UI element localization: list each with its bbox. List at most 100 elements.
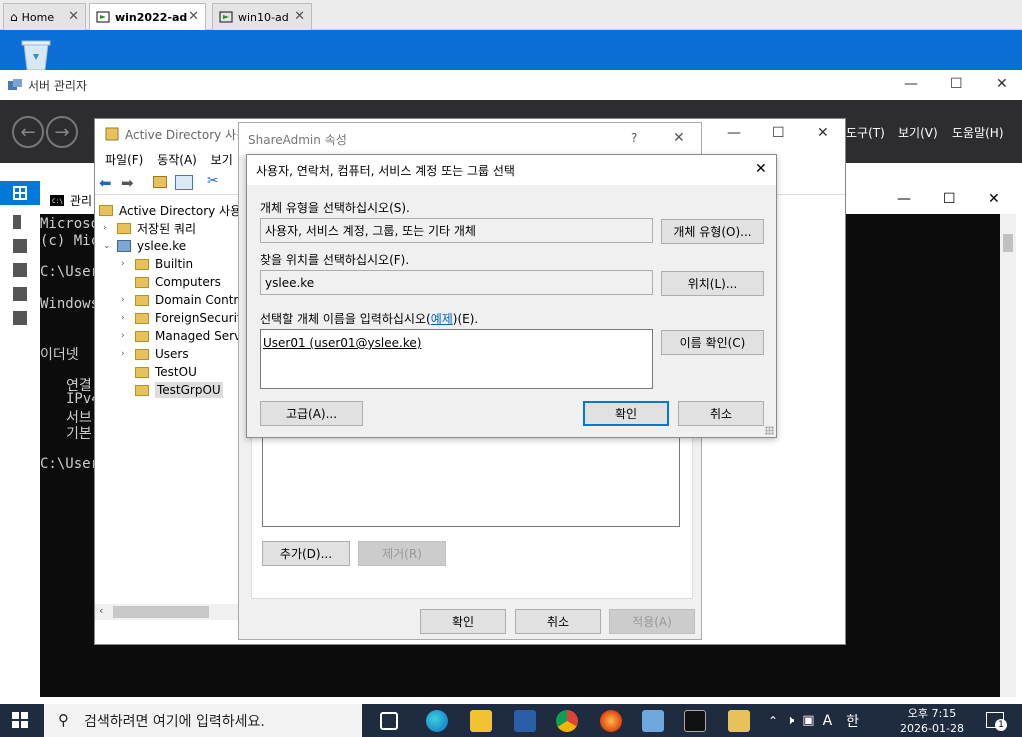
file-services-icon[interactable] [13, 311, 27, 325]
console-scrollbar[interactable] [1000, 214, 1016, 697]
scroll-thumb[interactable] [113, 606, 209, 618]
tree-item-computers[interactable]: Computers [121, 273, 221, 291]
tree-item-domain-controllers[interactable]: › Domain Contro [121, 291, 245, 309]
powershell-icon[interactable] [514, 710, 536, 732]
ok-button[interactable]: 확인 [420, 609, 506, 634]
console-line: (c) Mic [40, 233, 100, 249]
minimize-icon[interactable]: — [727, 125, 741, 141]
help-icon[interactable]: ? [631, 131, 637, 145]
menu-file[interactable]: 파일(F) [105, 153, 143, 167]
close-icon[interactable]: ✕ [817, 125, 829, 141]
members-list[interactable] [262, 433, 680, 527]
tree-item-label: Active Directory 사용자 [119, 203, 253, 218]
chevron-up-icon[interactable]: ⌃ [768, 714, 778, 728]
dns-icon[interactable] [13, 287, 27, 301]
apply-button[interactable]: 적용(A) [609, 609, 695, 634]
all-servers-icon[interactable] [13, 239, 27, 253]
host-tab-home[interactable]: ⌂ Home ✕ [3, 3, 86, 30]
host-tab-win2022-ad[interactable]: win2022-ad ✕ [89, 3, 206, 30]
tree-item-managed-service[interactable]: › Managed Servi [121, 327, 244, 345]
ou-folder-icon [135, 384, 149, 396]
tree-item-foreign-security[interactable]: › ForeignSecurity [121, 309, 249, 327]
server-manager-icon[interactable] [642, 710, 664, 732]
expand-arrow-icon[interactable]: › [103, 223, 117, 233]
forward-icon[interactable]: ➡ [121, 174, 134, 192]
maximize-icon[interactable]: ☐ [950, 76, 963, 92]
minimize-icon[interactable]: — [897, 191, 911, 207]
notification-badge: 1 [995, 719, 1007, 731]
close-icon[interactable]: ✕ [294, 9, 305, 24]
speaker-muted-icon[interactable]: 🕨 [786, 713, 794, 728]
object-type-value: 사용자, 서비스 계정, 그룹, 또는 기타 개체 [265, 224, 476, 238]
close-icon[interactable]: ✕ [755, 161, 767, 177]
tree-item-domain[interactable]: ⌄ yslee.ke [103, 237, 186, 255]
resolved-name: User01 (user01@yslee.ke) [263, 336, 422, 350]
menu-view[interactable]: 보기(V) [898, 124, 938, 141]
expand-arrow-icon[interactable]: › [121, 349, 135, 359]
task-view-icon[interactable] [380, 712, 398, 730]
close-icon[interactable]: ✕ [673, 130, 685, 146]
tree-item-testou[interactable]: TestOU [121, 363, 197, 381]
tree-item-root[interactable]: Active Directory 사용자 [99, 201, 252, 219]
expand-arrow-icon[interactable]: › [121, 331, 135, 341]
close-icon[interactable]: ✕ [988, 191, 1000, 207]
recycle-bin-icon[interactable] [16, 38, 56, 72]
file-explorer-icon[interactable] [470, 710, 492, 732]
tree-item-builtin[interactable]: › Builtin [121, 255, 193, 273]
tree-item-saved-queries[interactable]: › 저장된 쿼리 [103, 219, 196, 237]
up-folder-icon[interactable] [153, 176, 167, 188]
close-icon[interactable]: ✕ [996, 76, 1008, 92]
chrome-icon[interactable] [556, 710, 578, 732]
check-names-button[interactable]: 이름 확인(C) [661, 330, 764, 355]
select-users-dialog: 사용자, 연락처, 컴퓨터, 서비스 계정 또는 그룹 선택 ✕ 개체 유형을 … [246, 154, 777, 438]
maximize-icon[interactable]: ☐ [943, 191, 956, 207]
examples-link[interactable]: 예제 [431, 312, 453, 326]
advanced-button[interactable]: 고급(A)... [260, 401, 363, 426]
cancel-button[interactable]: 취소 [515, 609, 601, 634]
scroll-thumb[interactable] [1003, 234, 1013, 252]
remove-button[interactable]: 제거(R) [358, 541, 446, 566]
close-icon[interactable]: ✕ [68, 9, 79, 24]
edge-icon[interactable] [426, 710, 448, 732]
menu-tools[interactable]: 도구(T) [846, 124, 885, 141]
back-button[interactable]: ← [12, 116, 44, 148]
local-server-icon[interactable] [13, 215, 21, 229]
show-tree-icon[interactable] [175, 175, 193, 190]
notification-icon[interactable]: 1 [986, 712, 1007, 731]
aduc-taskbar-icon[interactable] [728, 710, 750, 732]
back-icon[interactable]: ⬅ [99, 174, 112, 192]
ok-button[interactable]: 확인 [583, 401, 669, 426]
collapse-arrow-icon[interactable]: ⌄ [103, 241, 117, 251]
cut-icon[interactable]: ✂ [207, 173, 219, 189]
ime-language[interactable]: 한 [846, 711, 859, 731]
close-icon[interactable]: ✕ [188, 9, 199, 24]
locations-button[interactable]: 위치(L)... [661, 271, 764, 296]
cmd-icon[interactable] [684, 710, 706, 732]
minimize-icon[interactable]: — [904, 76, 918, 92]
ime-mode[interactable]: A [823, 713, 833, 729]
taskbar-search-box[interactable]: ⚲ 검색하려면 여기에 입력하세요. [44, 704, 362, 737]
ad-ds-icon[interactable] [13, 263, 27, 277]
firefox-icon[interactable] [600, 710, 622, 732]
maximize-icon[interactable]: ☐ [772, 125, 785, 141]
taskbar-clock[interactable]: 오후 7:15 2026-01-28 [894, 706, 970, 736]
object-types-button[interactable]: 개체 유형(O)... [661, 219, 764, 244]
tree-item-testgrpou[interactable]: TestGrpOU [121, 381, 223, 399]
scroll-left-icon[interactable]: ‹ [99, 604, 103, 617]
forward-button[interactable]: → [46, 116, 78, 148]
object-names-input[interactable]: User01 (user01@yslee.ke) [260, 329, 653, 389]
menu-help[interactable]: 도움말(H) [952, 124, 1004, 141]
menu-action[interactable]: 동작(A) [157, 153, 197, 167]
tree-item-users[interactable]: › Users [121, 345, 189, 363]
windows-start-icon[interactable] [12, 712, 28, 728]
add-button[interactable]: 추가(D)... [262, 541, 350, 566]
menu-view[interactable]: 보기 [211, 153, 233, 167]
expand-arrow-icon[interactable]: › [121, 295, 135, 305]
expand-arrow-icon[interactable]: › [121, 259, 135, 269]
tree-horizontal-scrollbar[interactable]: ‹ [95, 604, 243, 620]
host-tab-win10-ad[interactable]: win10-ad ✕ [212, 3, 312, 30]
network-icon[interactable]: ▣ [802, 713, 814, 728]
cancel-button[interactable]: 취소 [678, 401, 764, 426]
expand-arrow-icon[interactable]: › [121, 313, 135, 323]
resize-grip[interactable] [765, 426, 774, 435]
